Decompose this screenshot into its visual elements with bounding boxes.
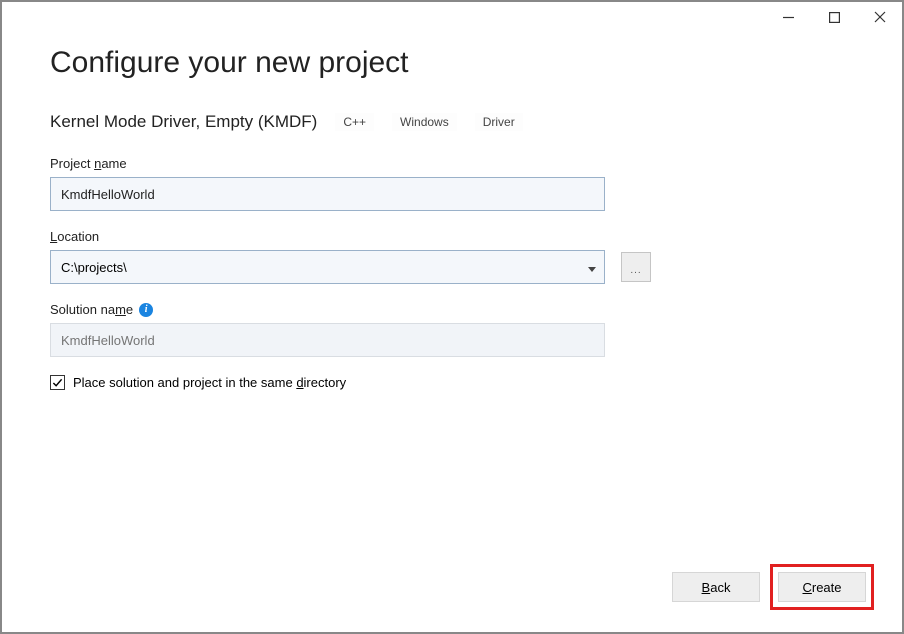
close-button[interactable] xyxy=(866,6,894,28)
template-row: Kernel Mode Driver, Empty (KMDF) C++ Win… xyxy=(50,112,854,132)
same-directory-checkbox[interactable] xyxy=(50,375,65,390)
page-title: Configure your new project xyxy=(50,46,854,80)
info-icon[interactable]: i xyxy=(139,303,153,317)
project-name-label: Project name xyxy=(50,156,854,171)
create-button-highlight: Create xyxy=(770,564,874,610)
maximize-button[interactable] xyxy=(820,6,848,28)
chevron-down-icon xyxy=(588,260,596,275)
template-tag: C++ xyxy=(335,113,374,131)
same-directory-label: Place solution and project in the same d… xyxy=(73,375,346,390)
project-name-input[interactable] xyxy=(50,177,605,211)
template-name: Kernel Mode Driver, Empty (KMDF) xyxy=(50,112,317,132)
solution-name-input xyxy=(50,323,605,357)
location-combobox[interactable]: C:\projects\ xyxy=(50,250,605,284)
back-button[interactable]: Back xyxy=(672,572,760,602)
template-tag: Windows xyxy=(392,113,457,131)
minimize-button[interactable] xyxy=(774,6,802,28)
location-label: Location xyxy=(50,229,854,244)
solution-name-label: Solution name i xyxy=(50,302,854,317)
browse-button[interactable]: ... xyxy=(621,252,651,282)
location-value: C:\projects\ xyxy=(61,260,127,275)
create-button[interactable]: Create xyxy=(778,572,866,602)
template-tag: Driver xyxy=(475,113,523,131)
